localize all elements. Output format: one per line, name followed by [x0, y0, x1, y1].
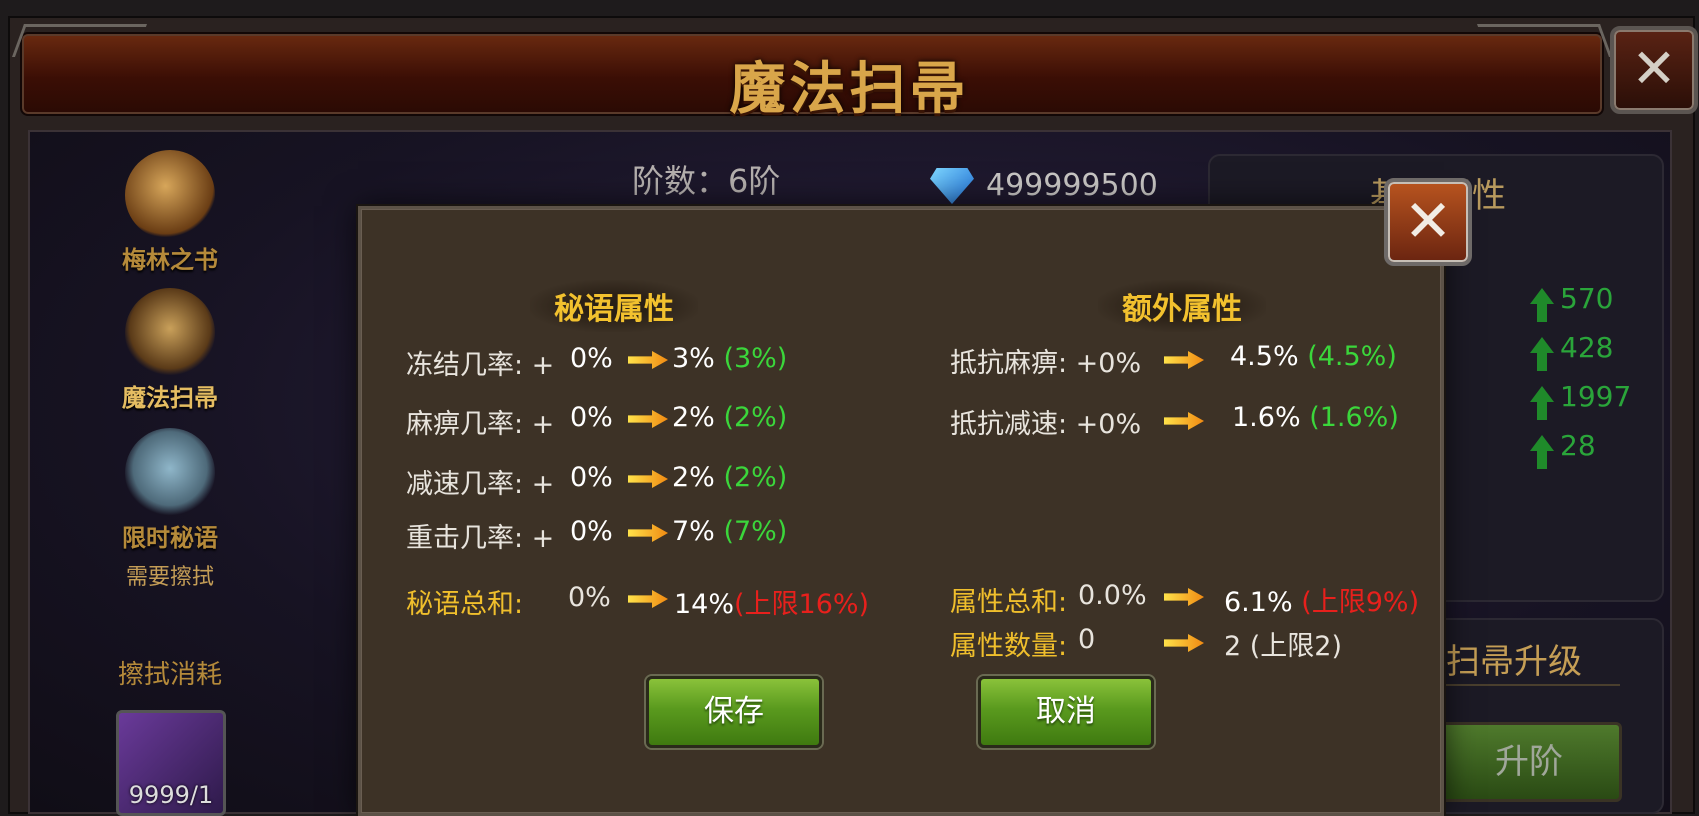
extra-attributes-header: 额外属性 — [1098, 280, 1266, 332]
crit-chance-label: 重击几率: + — [406, 523, 555, 554]
paralyze-resist-to: 4.5% (4.5%) — [1230, 341, 1397, 372]
book-icon — [125, 150, 215, 240]
paralyze-chance-from: 0% — [570, 402, 613, 433]
upgrade-stage-button[interactable]: 升阶 — [1436, 722, 1622, 802]
secret-attributes-header: 秘语属性 — [530, 280, 698, 332]
close-icon: ✕ — [1403, 187, 1453, 255]
broom-icon — [125, 288, 215, 378]
secret-total-from: 0% — [568, 582, 611, 613]
sidebar-item-label: 限时秘语 — [122, 524, 218, 552]
stat-value: 28 — [1560, 429, 1596, 462]
cancel-button[interactable]: 取消 — [978, 676, 1154, 748]
feather-broom-icon — [125, 428, 215, 518]
main-close-button[interactable]: ✕ — [1610, 26, 1698, 114]
attribute-total-to: 6.1% (上限9%) — [1224, 587, 1420, 618]
wipe-cost-item[interactable]: 9999/1 — [116, 710, 226, 816]
sidebar-item-label: 魔法扫帚 — [122, 384, 218, 412]
broom-upgrade-title: 扫帚升级 — [1446, 642, 1582, 682]
attribute-dialog — [358, 206, 1444, 816]
crit-chance-to: 7% (7%) — [672, 516, 788, 547]
save-button[interactable]: 保存 — [646, 676, 822, 748]
sidebar-item-label: 梅林之书 — [122, 246, 218, 274]
sidebar-item-merlin-book[interactable]: 梅林之书 — [100, 150, 240, 275]
sidebar-item-limited-secret[interactable]: 限时秘语 需要擦拭 — [100, 428, 240, 591]
window-title: 魔法扫帚 — [729, 57, 970, 122]
wipe-cost-count: 9999/1 — [128, 781, 214, 809]
stat-value: 428 — [1560, 331, 1614, 364]
paralyze-chance-to: 2% (2%) — [672, 402, 788, 433]
attribute-count-to: 2 (上限2) — [1224, 631, 1343, 662]
attribute-count-from: 0 — [1078, 624, 1096, 655]
wipe-cost-label: 擦拭消耗 — [117, 660, 222, 690]
slow-chance-from: 0% — [570, 462, 613, 493]
stat-row: 570 — [1530, 282, 1614, 322]
attribute-total-from: 0.0% — [1078, 580, 1147, 611]
stat-row: 28 — [1530, 429, 1596, 469]
freeze-chance-label: 冻结几率: + — [406, 350, 555, 381]
up-arrow-icon — [1530, 337, 1554, 371]
attribute-total-label: 属性总和: — [950, 587, 1068, 618]
gem-count: 499999500 — [986, 168, 1158, 203]
slow-chance-to: 2% (2%) — [672, 462, 788, 493]
stat-value: 570 — [1560, 282, 1614, 315]
paralyze-chance-label: 麻痹几率: + — [406, 409, 555, 440]
attribute-count-label: 属性数量: — [950, 631, 1068, 662]
dialog-close-button[interactable]: ✕ — [1384, 178, 1472, 266]
slow-resist-to: 1.6% (1.6%) — [1232, 402, 1399, 433]
up-arrow-icon — [1530, 386, 1554, 420]
up-arrow-icon — [1530, 288, 1554, 322]
stat-row: 1997 — [1530, 380, 1632, 420]
crit-chance-from: 0% — [570, 516, 613, 547]
sidebar-item-magic-broom[interactable]: 魔法扫帚 — [100, 288, 240, 413]
close-icon: ✕ — [1631, 37, 1677, 100]
secret-total-to: 14%(上限16%) — [674, 589, 870, 620]
stat-row: 428 — [1530, 331, 1614, 371]
freeze-chance-from: 0% — [570, 343, 613, 374]
up-arrow-icon — [1530, 435, 1554, 469]
stage-level: 阶数：6阶 — [632, 162, 781, 200]
paralyze-resist-label: 抵抗麻痹: +0% — [950, 348, 1142, 379]
freeze-chance-to: 3% (3%) — [672, 343, 788, 374]
slow-resist-label: 抵抗减速: +0% — [950, 409, 1142, 440]
stat-value: 1997 — [1560, 380, 1632, 413]
sidebar-item-sublabel: 需要擦拭 — [125, 565, 214, 590]
slow-chance-label: 减速几率: + — [406, 469, 555, 500]
secret-total-label: 秘语总和: — [406, 589, 524, 620]
